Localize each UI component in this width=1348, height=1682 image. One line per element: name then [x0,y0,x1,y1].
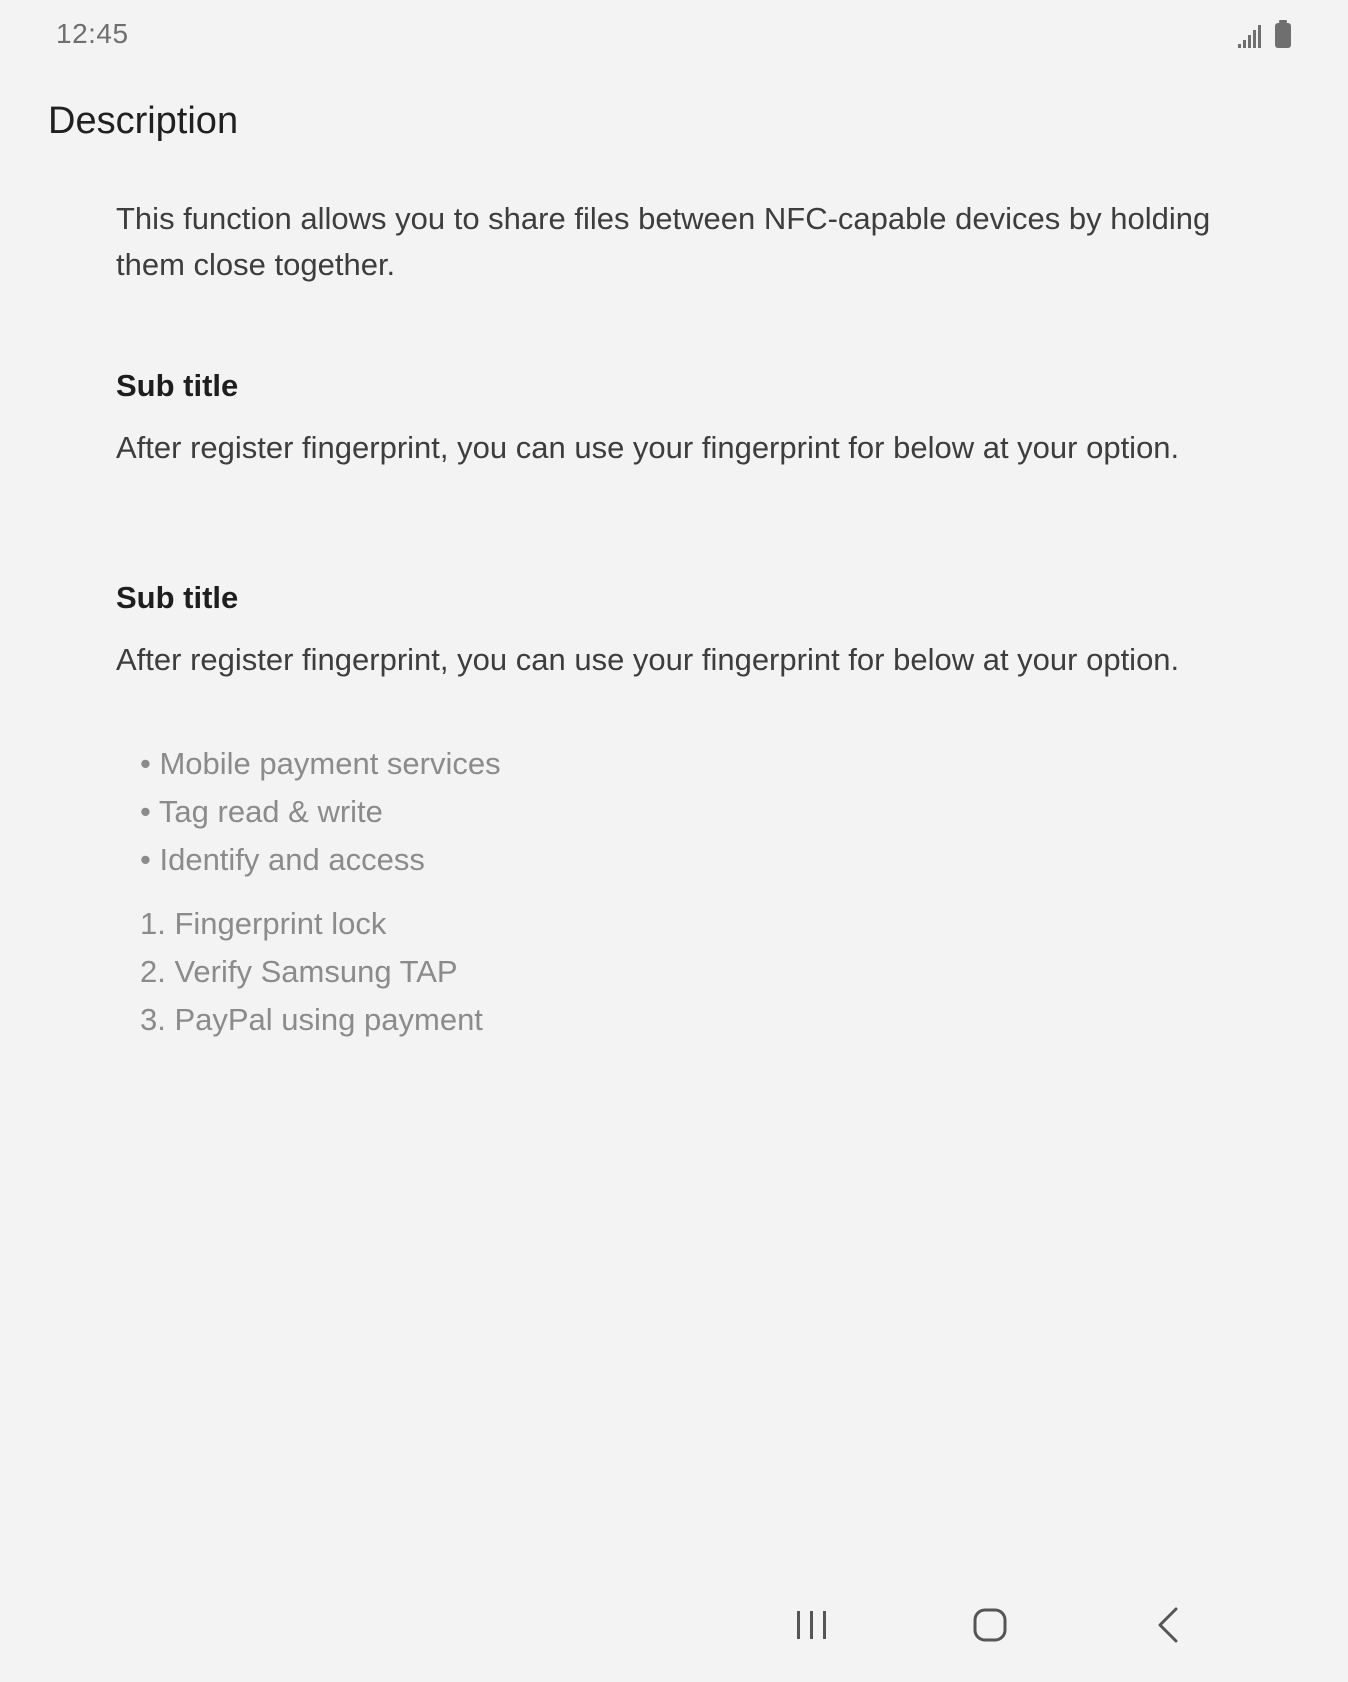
bullet-item: • Tag read & write [140,794,383,829]
battery-icon [1274,20,1292,53]
intro-text: This function allows you to share files … [116,201,1211,282]
home-button[interactable] [950,1592,1030,1662]
recents-icon [795,1609,829,1646]
bullet-item: • Identify and access [140,842,425,877]
section-1: Sub title After register fingerprint, yo… [116,364,1246,470]
bullet-item: • Mobile payment services [140,746,501,781]
section-2: Sub title After register fingerprint, yo… [116,576,1246,682]
status-time: 12:45 [56,18,129,49]
back-button[interactable] [1128,1592,1208,1662]
numbered-item: 1. Fingerprint lock [140,906,387,941]
status-bar: 12:45 [0,0,1348,70]
home-icon [972,1607,1008,1648]
numbered-list: 1. Fingerprint lock 2. Verify Samsung TA… [116,900,1246,1044]
numbered-item: 2. Verify Samsung TAP [140,954,458,989]
back-icon [1156,1607,1180,1648]
navigation-bar [0,1562,1348,1682]
section-body: After register fingerprint, you can use … [116,642,1180,677]
section-body: After register fingerprint, you can use … [116,430,1180,465]
section-subtitle: Sub title [116,580,239,615]
section-subtitle: Sub title [116,368,239,403]
bullet-list: • Mobile payment services • Tag read & w… [116,740,1246,884]
status-icons [1238,20,1292,53]
page-title: Description [48,100,239,142]
numbered-item: 3. PayPal using payment [140,1002,483,1037]
recents-button[interactable] [772,1592,852,1662]
content-area: This function allows you to share files … [116,196,1246,1044]
signal-icon [1238,24,1264,53]
